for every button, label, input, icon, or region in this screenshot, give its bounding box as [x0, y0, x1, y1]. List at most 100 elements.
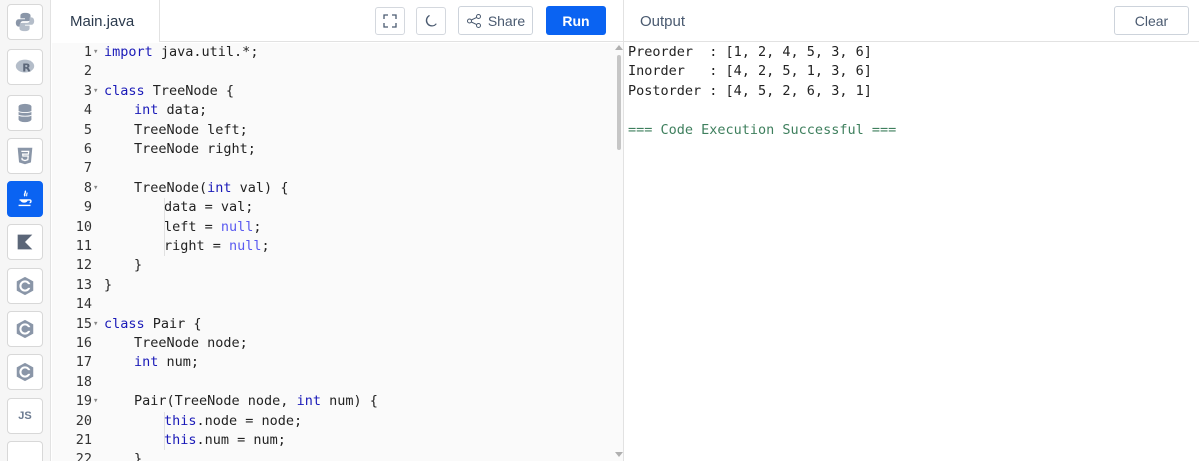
js-icon[interactable]: JS: [7, 398, 43, 434]
clear-button[interactable]: Clear: [1114, 6, 1189, 35]
code-line[interactable]: 4 int data;: [52, 101, 612, 120]
js-label: JS: [18, 410, 32, 422]
fold-arrow-icon[interactable]: ▾: [93, 82, 103, 101]
code-line[interactable]: 8 ▾ TreeNode(int val) {: [52, 179, 612, 198]
code-text: data = val;: [164, 198, 253, 217]
code-token: TreeNode {: [144, 82, 235, 99]
java-icon[interactable]: [7, 181, 43, 217]
line-number: 2: [83, 63, 92, 80]
line-number: 21: [75, 432, 92, 448]
line-number: 5: [83, 121, 92, 138]
line-number: 16: [75, 335, 92, 351]
more-language-icon[interactable]: [7, 441, 43, 461]
null-token: null: [229, 238, 262, 254]
code-editor[interactable]: 1 ▾ import java.util.*; 2 3 ▾ class TreeNode {…: [52, 43, 623, 461]
theme-toggle-button[interactable]: [416, 7, 446, 35]
keyword-token: import: [104, 44, 153, 60]
keyword-token: this: [164, 412, 197, 429]
fullscreen-button[interactable]: [375, 7, 405, 35]
scroll-down-icon[interactable]: [615, 452, 623, 457]
code-line[interactable]: 3 ▾ class TreeNode {: [52, 82, 612, 101]
code-token: right =: [164, 238, 230, 254]
code-text: }: [134, 450, 142, 461]
keyword-token: int: [296, 393, 321, 410]
code-line[interactable]: 1 ▾ import java.util.*;: [52, 43, 612, 62]
line-number: 6: [83, 141, 92, 157]
r-icon[interactable]: R: [7, 49, 43, 85]
code-text: int data;: [134, 101, 207, 120]
line-number: 13: [75, 276, 92, 293]
output-panel: Preorder : [1, 2, 4, 5, 3, 6] Inorder : […: [624, 43, 1199, 461]
line-number: 1: [83, 44, 92, 60]
line-number: 17: [75, 354, 92, 371]
fold-arrow-icon[interactable]: ▾: [93, 315, 103, 334]
code-line[interactable]: 22}: [52, 450, 612, 461]
run-button[interactable]: Run: [546, 6, 606, 35]
code-token: ;: [253, 218, 262, 235]
code-text: class Pair {: [104, 315, 202, 334]
language-sidebar: R JS: [0, 0, 51, 461]
code-line[interactable]: 12}: [52, 256, 612, 275]
code-line[interactable]: 7: [52, 159, 612, 178]
code-token: data = val;: [164, 199, 254, 216]
code-text: Pair(TreeNode node, int num) {: [134, 392, 378, 411]
code-token: .node = node;: [196, 412, 303, 429]
fold-arrow-icon[interactable]: ▾: [93, 179, 103, 198]
code-line[interactable]: 16 TreeNode node;: [52, 334, 612, 353]
code-token: val) {: [231, 179, 289, 196]
code-token: ;: [261, 238, 270, 254]
line-number: 10: [75, 218, 92, 235]
editor-scrollbar[interactable]: [617, 55, 621, 150]
file-tab[interactable]: Main.java: [52, 0, 160, 42]
code-line[interactable]: 6 TreeNode right;: [52, 140, 612, 159]
keyword-token: this: [164, 432, 197, 448]
kotlin-icon[interactable]: [7, 224, 43, 260]
code-line[interactable]: 5 TreeNode left;: [52, 121, 612, 140]
keyword-token: class: [104, 315, 145, 332]
code-line[interactable]: 14: [52, 295, 612, 314]
fold-arrow-icon[interactable]: ▾: [93, 392, 103, 411]
code-token: TreeNode right;: [134, 141, 256, 157]
code-token: num;: [158, 354, 200, 371]
code-line[interactable]: 21 this.num = num;: [52, 431, 612, 451]
keyword-token: int: [134, 102, 159, 119]
database-icon[interactable]: [7, 95, 43, 131]
html5-icon[interactable]: [7, 138, 43, 174]
line-number: 4: [83, 102, 92, 119]
code-line[interactable]: 17 int num;: [52, 353, 612, 372]
code-token: Pair {: [144, 315, 202, 332]
moon-icon: [425, 15, 437, 27]
line-number: 8: [83, 179, 92, 196]
line-number: 22: [75, 451, 92, 461]
code-token: java.util.*;: [152, 44, 259, 60]
line-number: 3: [83, 82, 92, 99]
code-line[interactable]: 19 ▾ Pair(TreeNode node, int num) {: [52, 392, 612, 411]
code-line[interactable]: 18: [52, 373, 612, 392]
output-title: Output: [640, 12, 686, 30]
python-icon[interactable]: [7, 4, 43, 40]
code-line[interactable]: 2: [52, 62, 612, 81]
line-number: 12: [75, 257, 92, 274]
output-line: Postorder : [4, 5, 2, 6, 3, 1]: [628, 82, 872, 99]
line-number: 9: [83, 199, 92, 216]
code-text: TreeNode node;: [134, 334, 248, 353]
code-token: data;: [158, 102, 208, 119]
scroll-up-icon[interactable]: [615, 45, 623, 50]
code-token: TreeNode left;: [134, 121, 248, 138]
share-button[interactable]: Share: [458, 6, 533, 35]
cpp-icon[interactable]: [7, 354, 43, 390]
code-line[interactable]: 15 ▾ class Pair {: [52, 315, 612, 334]
code-line[interactable]: 9 data = val;: [52, 198, 612, 218]
code-line[interactable]: 10 left = null;: [52, 217, 612, 237]
code-line[interactable]: 13}: [52, 276, 612, 295]
c-icon[interactable]: [7, 268, 43, 304]
csharp-icon[interactable]: [7, 311, 43, 347]
code-token: }: [134, 451, 143, 461]
line-number: 7: [83, 160, 92, 177]
code-line[interactable]: 20 this.node = node;: [52, 411, 612, 431]
fold-arrow-icon[interactable]: ▾: [93, 43, 103, 62]
code-text: right = null;: [164, 237, 270, 256]
svg-text:R: R: [22, 62, 31, 75]
share-label: Share: [487, 12, 526, 29]
code-line[interactable]: 11 right = null;: [52, 237, 612, 257]
